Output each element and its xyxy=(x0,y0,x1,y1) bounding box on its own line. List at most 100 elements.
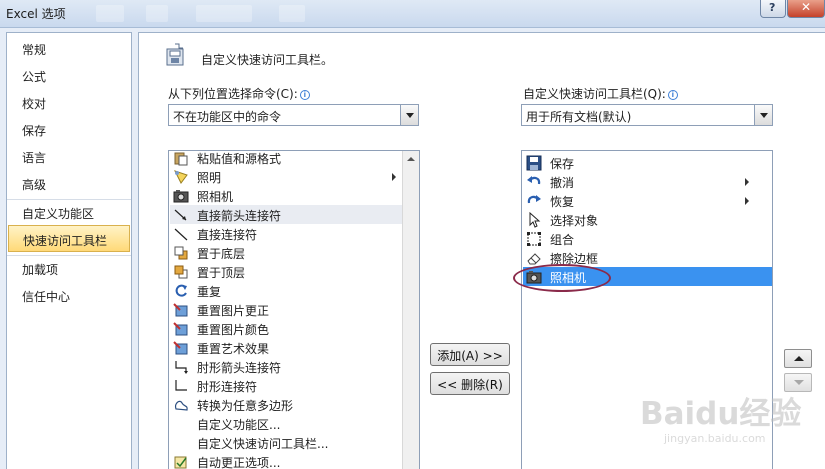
list-item[interactable]: 直接连接符 xyxy=(170,224,402,243)
list-item[interactable]: 重置图片颜色 xyxy=(170,319,402,338)
annotation-ellipse xyxy=(513,264,611,292)
nav-item-proofing[interactable]: 校对 xyxy=(7,89,131,116)
send-to-back-icon xyxy=(174,246,188,260)
nav-item-general[interactable]: 常规 xyxy=(7,35,131,62)
list-item-label: 保存 xyxy=(550,157,575,171)
help-icon: ? xyxy=(769,1,776,14)
list-item-label: 自定义快速访问工具栏... xyxy=(197,437,329,451)
list-item-label: 置于顶层 xyxy=(197,266,246,280)
choose-commands-label: 从下列位置选择命令(C): i xyxy=(168,85,310,102)
redo-icon xyxy=(527,195,541,204)
window-title: Excel 选项 xyxy=(6,7,66,21)
list-item[interactable]: 选择对象 xyxy=(523,210,755,229)
quick-access-toolbar-icon xyxy=(166,43,184,66)
elbow-arrow-connector-icon xyxy=(175,361,188,374)
ribbon-ghost xyxy=(196,5,252,22)
customize-qat-value: 用于所有文档(默认) xyxy=(526,110,632,124)
list-item[interactable]: 自动更正选项... xyxy=(170,452,402,469)
list-item-label: 转换为任意多边形 xyxy=(197,399,294,413)
chevron-down-icon[interactable] xyxy=(754,105,772,125)
list-item-label: 直接连接符 xyxy=(197,228,258,242)
nav-item-language[interactable]: 语言 xyxy=(7,143,131,170)
choose-commands-label-text: 从下列位置选择命令(C): xyxy=(168,87,298,101)
list-item-label: 照相机 xyxy=(197,190,234,204)
customize-qat-dropdown[interactable]: 用于所有文档(默认) xyxy=(521,104,773,126)
list-item[interactable]: 置于底层 xyxy=(170,243,402,262)
straight-connector-icon xyxy=(174,228,188,241)
scroll-up-icon[interactable] xyxy=(403,151,419,167)
options-nav: 常规 公式 校对 保存 语言 高级 自定义功能区 快速访问工具栏 加载项 信任中… xyxy=(6,32,132,469)
left-list-scrollbar[interactable] xyxy=(402,151,419,469)
page-title: 自定义快速访问工具栏。 xyxy=(201,53,334,67)
list-item-label: 选择对象 xyxy=(550,214,599,228)
ribbon-ghost xyxy=(279,5,305,22)
autocorrect-icon xyxy=(174,456,187,469)
list-item-label: 自动更正选项... xyxy=(197,456,281,469)
close-button[interactable]: ✕ xyxy=(787,0,825,18)
help-button[interactable]: ? xyxy=(760,0,786,18)
close-icon: ✕ xyxy=(801,0,812,14)
list-item[interactable]: 自定义功能区... xyxy=(170,414,402,433)
bring-to-front-icon xyxy=(174,265,188,279)
select-objects-icon xyxy=(529,212,541,228)
available-commands-list[interactable]: 粘贴值和源格式 照明 照相机 直接箭头连接符 直接连接符 置于底层 置于顶层 重… xyxy=(168,150,420,469)
nav-item-customize-ribbon[interactable]: 自定义功能区 xyxy=(7,199,131,226)
list-item[interactable]: 自定义快速访问工具栏... xyxy=(170,433,402,452)
title-bar: Excel 选项 ? ✕ xyxy=(0,0,825,28)
list-item[interactable]: 粘贴值和源格式 xyxy=(170,151,402,167)
list-item[interactable]: 置于顶层 xyxy=(170,262,402,281)
repeat-icon xyxy=(175,284,187,297)
nav-item-add-ins[interactable]: 加载项 xyxy=(7,255,131,282)
nav-item-save[interactable]: 保存 xyxy=(7,116,131,143)
list-item[interactable]: 直接箭头连接符 xyxy=(170,205,402,224)
freeform-icon xyxy=(175,400,188,411)
list-item[interactable]: 重复 xyxy=(170,281,402,300)
info-icon: i xyxy=(667,90,678,100)
reset-artistic-effects-icon xyxy=(173,341,188,355)
list-item[interactable]: 转换为任意多边形 xyxy=(170,395,402,414)
remove-button[interactable]: << 删除(R) xyxy=(430,372,510,395)
watermark: Baidu经验 jingyan.baidu.com xyxy=(640,388,820,458)
chevron-down-icon[interactable] xyxy=(400,105,418,125)
list-item[interactable]: 保存 xyxy=(523,153,755,172)
reset-picture-correction-icon xyxy=(173,303,188,317)
undo-icon xyxy=(527,176,541,185)
reset-picture-color-icon xyxy=(173,322,188,336)
list-item[interactable]: 组合 xyxy=(523,229,755,248)
watermark-brand: Baidu经验 xyxy=(640,396,802,432)
list-item[interactable]: 重置图片更正 xyxy=(170,300,402,319)
list-item-label: 重置图片更正 xyxy=(197,304,270,318)
list-item-label: 直接箭头连接符 xyxy=(197,209,282,223)
list-item-label: 重复 xyxy=(197,285,222,299)
list-item-label: 置于底层 xyxy=(197,247,246,261)
nav-item-formulas[interactable]: 公式 xyxy=(7,62,131,89)
list-item-label: 自定义功能区... xyxy=(197,418,281,432)
submenu-arrow-icon xyxy=(392,173,396,181)
list-item-label: 组合 xyxy=(550,233,575,247)
watermark-url: jingyan.baidu.com xyxy=(664,432,766,445)
list-item[interactable]: 恢复 xyxy=(523,191,755,210)
ribbon-ghost xyxy=(96,5,124,22)
info-icon: i xyxy=(299,90,310,100)
list-item[interactable]: 照明 xyxy=(170,167,402,186)
list-item[interactable]: 照相机 xyxy=(170,186,402,205)
customize-qat-label-text: 自定义快速访问工具栏(Q): xyxy=(523,87,666,101)
ribbon-ghost xyxy=(146,5,168,22)
save-icon xyxy=(526,155,542,171)
move-up-button[interactable] xyxy=(784,349,812,368)
nav-item-quick-access-toolbar[interactable]: 快速访问工具栏 xyxy=(8,225,130,252)
list-item[interactable]: 撤消 xyxy=(523,172,755,191)
add-button[interactable]: 添加(A) >> xyxy=(430,343,510,366)
list-item[interactable]: 肘形连接符 xyxy=(170,376,402,395)
submenu-arrow-icon xyxy=(745,178,749,186)
list-item-label: 撤消 xyxy=(550,176,575,190)
nav-item-advanced[interactable]: 高级 xyxy=(7,170,131,197)
straight-arrow-connector-icon xyxy=(174,209,187,221)
camera-icon xyxy=(173,190,189,203)
list-item[interactable]: 重置艺术效果 xyxy=(170,338,402,357)
list-item-label: 重置图片颜色 xyxy=(197,323,270,337)
group-icon xyxy=(527,232,541,246)
choose-commands-dropdown[interactable]: 不在功能区中的命令 xyxy=(168,104,419,126)
nav-item-trust-center[interactable]: 信任中心 xyxy=(7,282,131,309)
list-item[interactable]: 肘形箭头连接符 xyxy=(170,357,402,376)
